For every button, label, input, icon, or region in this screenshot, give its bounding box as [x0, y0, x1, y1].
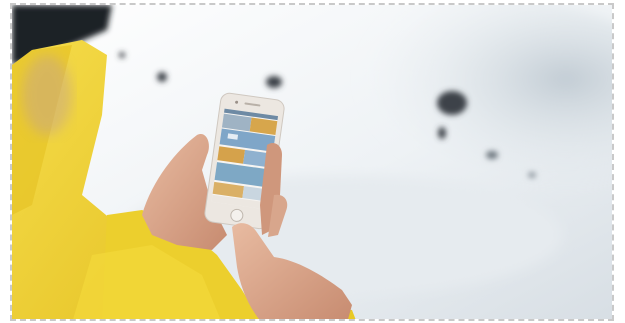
photo: [12, 5, 612, 319]
photo-frame: [10, 3, 614, 321]
